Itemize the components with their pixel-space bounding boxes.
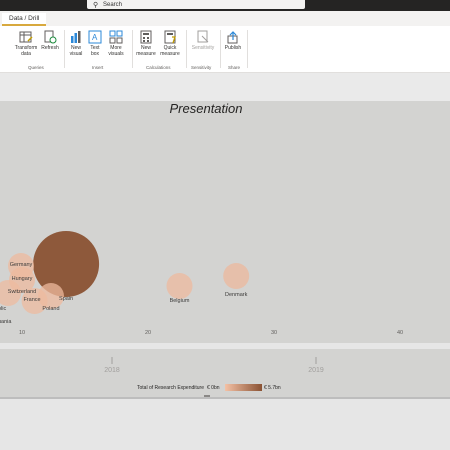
tab-data-drill[interactable]: Data / Drill (2, 13, 47, 26)
scatter-chart: 10 20 30 40 Germany Hungary Switzerland France S… (0, 231, 403, 336)
transform-data-button[interactable]: Transform data (14, 30, 38, 57)
canvas-header-area (0, 73, 450, 101)
x-tick-label: 20 (145, 330, 151, 336)
refresh-label: Refresh (41, 45, 59, 51)
refresh-icon (43, 30, 57, 44)
sensitivity-label: Sensitivity (191, 45, 215, 51)
text-box-button[interactable]: A Text box (87, 30, 103, 57)
data-label: Poland (42, 306, 59, 312)
more-visuals-label: More visuals (108, 45, 124, 57)
play-axis-year[interactable]: 2018 (104, 367, 120, 374)
group-label-share: Share (228, 65, 241, 70)
search-box[interactable]: ⚲ Search (87, 0, 305, 9)
data-label: Belgium (170, 298, 190, 304)
ribbon: Transform data Refresh Queries New visua… (0, 26, 450, 73)
group-label-insert: Insert (92, 65, 104, 70)
search-placeholder: Search (103, 1, 123, 8)
group-separator (247, 30, 248, 68)
play-axis[interactable]: 2018 2019 Total of Research Expenditure € 0… (0, 349, 450, 397)
data-label: Switzerland (8, 289, 36, 295)
sensitivity-icon (196, 30, 210, 44)
search-icon: ⚲ (93, 1, 99, 9)
data-label: uania (0, 319, 12, 325)
legend-max: € 5.7bn (264, 385, 281, 391)
play-axis-year[interactable]: 2019 (308, 367, 324, 374)
bubble-denmark[interactable] (223, 263, 250, 289)
data-label: Spain (59, 296, 73, 302)
text-box-label: Text box (90, 45, 100, 57)
group-label-queries: Queries (28, 65, 44, 70)
quick-measure-icon (163, 30, 177, 44)
new-measure-button[interactable]: New measure (135, 30, 157, 57)
new-visual-label: New visual (69, 45, 83, 57)
group-separator (220, 30, 221, 68)
legend-gradient (225, 384, 262, 391)
transform-data-label: Transform data (14, 45, 38, 57)
quick-measure-button[interactable]: Quick measure (159, 30, 181, 57)
new-visual-button[interactable]: New visual (67, 30, 85, 57)
data-label: France (23, 297, 40, 303)
x-tick-label: 10 (19, 330, 25, 336)
table-edit-icon (19, 30, 33, 44)
data-label: Denmark (225, 292, 248, 298)
sensitivity-button[interactable]: Sensitivity (189, 30, 217, 51)
calculator-icon (139, 30, 153, 44)
ribbon-tab-row: Data / Drill (0, 11, 450, 26)
group-separator (186, 30, 187, 68)
legend-title: Total of Research Expenditure (137, 385, 204, 391)
bar-chart-icon (69, 30, 83, 44)
text-box-icon: A (88, 30, 102, 44)
legend-min: € 0bn (207, 385, 220, 391)
group-separator (64, 30, 65, 68)
publish-label: Publish (224, 45, 242, 51)
scatter-visual[interactable]: Presentation 10 20 30 40 Germany Hungary Switz… (0, 101, 450, 343)
more-visuals-button[interactable]: More visuals (105, 30, 127, 57)
group-label-sensitivity: Sensitivity (191, 65, 212, 70)
x-tick-label: 30 (271, 330, 277, 336)
svg-text:A: A (92, 33, 98, 42)
publish-button[interactable]: Publish (223, 30, 243, 51)
publish-icon (226, 30, 240, 44)
report-canvas: Presentation 10 20 30 40 Germany Hungary Switz… (0, 101, 450, 400)
group-separator (132, 30, 133, 68)
x-tick-label: 40 (397, 330, 403, 336)
more-visuals-icon (109, 30, 123, 44)
new-measure-label: New measure (136, 45, 156, 57)
bubble-belgium[interactable] (166, 273, 193, 299)
refresh-button[interactable]: Refresh (40, 30, 60, 51)
data-label: olic (0, 306, 7, 312)
canvas-bottom-area (0, 399, 450, 450)
data-label: Hungary (12, 276, 33, 282)
quick-measure-label: Quick measure (160, 45, 180, 57)
data-label: Germany (10, 262, 33, 268)
group-label-calculations: Calculations (146, 65, 171, 70)
